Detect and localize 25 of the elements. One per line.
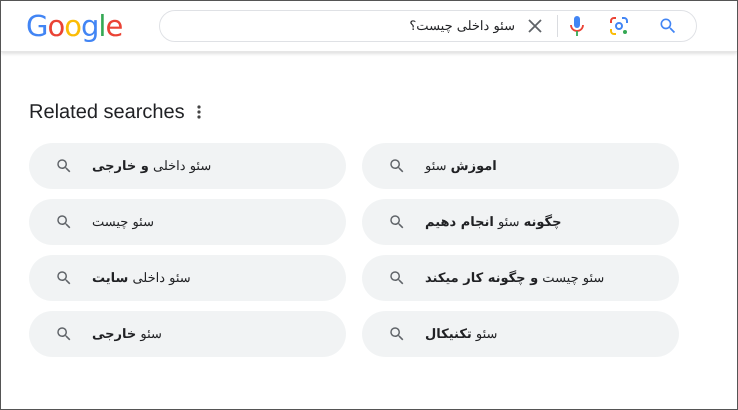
section-title: Related searches xyxy=(29,100,185,124)
related-search-chip[interactable]: سئو داخلی و خارجی xyxy=(29,143,346,189)
camera-icon[interactable] xyxy=(610,17,628,35)
search-icon xyxy=(55,213,73,231)
search-icon xyxy=(388,325,406,343)
close-icon[interactable] xyxy=(527,18,543,34)
search-icon xyxy=(55,269,73,287)
google-logo[interactable]: Google xyxy=(1,9,133,43)
search-icon xyxy=(388,213,406,231)
related-search-chip[interactable]: سئو تکنیکال xyxy=(362,311,679,357)
microphone-icon[interactable] xyxy=(570,16,584,36)
search-icon xyxy=(388,157,406,175)
related-search-chip[interactable]: سئو چیست و چگونه کار میکند xyxy=(362,255,679,301)
search-icon xyxy=(388,269,406,287)
search-icon xyxy=(55,325,73,343)
related-search-chip[interactable]: چگونه سئو انجام دهیم xyxy=(362,199,679,245)
related-search-chip[interactable]: سئو داخلی سایت xyxy=(29,255,346,301)
search-icon xyxy=(55,157,73,175)
related-search-chip[interactable]: سئو خارجی xyxy=(29,311,346,357)
search-bar[interactable]: سئو داخلی چیست؟ xyxy=(159,10,697,42)
related-search-chip[interactable]: سئو چیست xyxy=(29,199,346,245)
more-icon[interactable] xyxy=(196,105,201,119)
search-icon[interactable] xyxy=(658,16,678,36)
search-field[interactable]: سئو داخلی چیست؟ xyxy=(172,18,515,34)
related-search-chip[interactable]: اموزش سئو xyxy=(362,143,679,189)
